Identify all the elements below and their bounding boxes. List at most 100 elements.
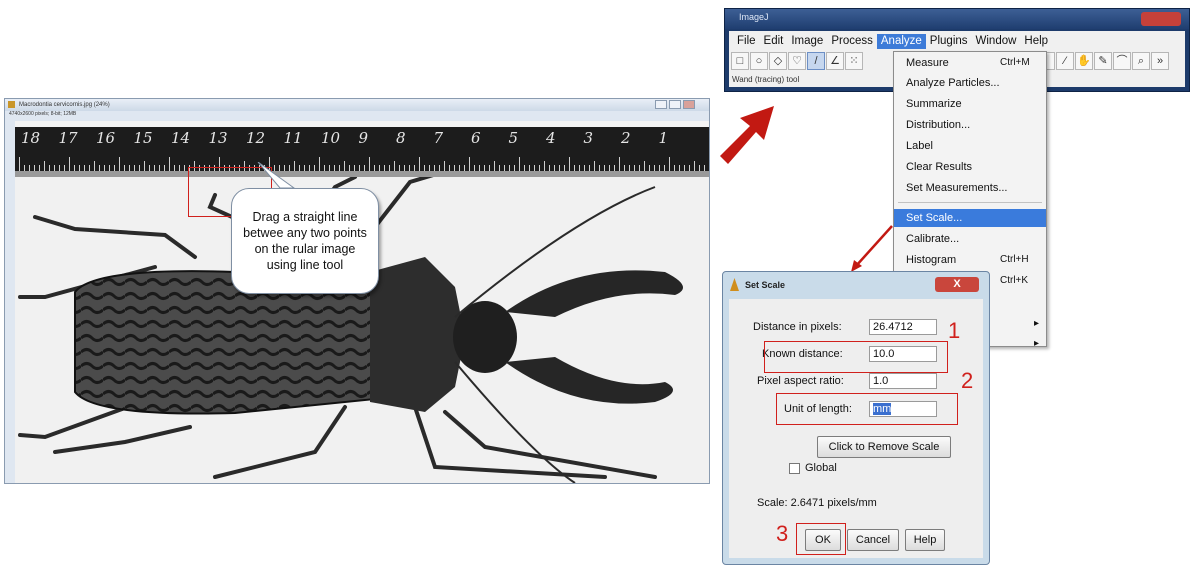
image-window-title: Macrodontia cervicornis.jpg (24%) — [19, 102, 110, 108]
dropper-tool-icon[interactable]: ⁄ — [1056, 52, 1074, 70]
menu-item-measure[interactable]: Measure Ctrl+M — [894, 54, 1046, 72]
ruler-number: 5 — [508, 129, 519, 147]
distance-field[interactable]: 26.4712 — [869, 319, 937, 335]
menu-image[interactable]: Image — [787, 34, 827, 49]
menu-item-summarize[interactable]: Summarize — [894, 95, 1046, 113]
menu-item-shortcut: Ctrl+M — [1000, 57, 1030, 68]
step2-highlight-box — [776, 393, 958, 425]
ruler-number: 7 — [433, 129, 444, 147]
status-bar: Wand (tracing) tool — [732, 75, 800, 84]
menu-item-clear-results[interactable]: Clear Results — [894, 158, 1046, 176]
step-number-1: 1 — [948, 318, 961, 343]
pencil-tool-icon[interactable]: ✎ — [1094, 52, 1112, 70]
point-tool-icon[interactable]: ⁙ — [845, 52, 863, 70]
close-button[interactable] — [683, 100, 695, 109]
ruler-number: 14 — [171, 129, 191, 147]
distance-label: Distance in pixels: — [753, 321, 842, 333]
zoom-tool-icon[interactable]: ⌕ — [1132, 52, 1150, 70]
ruler-number: 9 — [358, 129, 369, 147]
ruler-tick — [169, 157, 170, 171]
ruler-tick — [594, 161, 595, 171]
dialog-titlebar[interactable]: Set Scale X — [723, 272, 989, 298]
ruler-image: 18 17 16 15 14 13 12 11 10 9 8 7 6 5 4 3 2 1 — [15, 127, 709, 171]
menu-item-distribution[interactable]: Distribution... — [894, 116, 1046, 134]
ruler-tick — [369, 157, 370, 171]
ruler-number: 1 — [658, 129, 669, 147]
ruler-number: 3 — [583, 129, 594, 147]
menu-item-label: Distribution... — [906, 119, 971, 131]
dialog-title: Set Scale — [745, 280, 786, 290]
rectangle-tool-icon[interactable]: □ — [731, 52, 749, 70]
callout-pointer — [257, 162, 296, 189]
ruler-tick — [394, 161, 395, 171]
aspect-ratio-field[interactable]: 1.0 — [869, 373, 937, 389]
ruler-tick — [669, 157, 670, 171]
menu-item-analyze-particles[interactable]: Analyze Particles... — [894, 74, 1046, 92]
red-arrow-icon — [720, 106, 774, 164]
image-info: 4740x2600 pixels; 8-bit; 12MB — [9, 111, 77, 117]
imagej-app-icon — [8, 101, 15, 108]
ruler-tick — [144, 161, 145, 171]
menu-item-shortcut: Ctrl+H — [1000, 254, 1029, 265]
step-number-3: 3 — [776, 521, 789, 546]
imagej-titlebar[interactable]: ImageJ — [725, 9, 1189, 29]
submenu-arrow-icon: ▸ — [1034, 318, 1040, 329]
help-button[interactable]: Help — [905, 529, 945, 551]
cancel-button[interactable]: Cancel — [847, 529, 899, 551]
more-tools-icon[interactable]: » — [1151, 52, 1169, 70]
step1-highlight-box — [764, 341, 948, 373]
imagej-close-button[interactable] — [1141, 12, 1181, 26]
menu-process[interactable]: Process — [827, 34, 877, 49]
menu-file[interactable]: File — [733, 34, 760, 49]
step-number-2: 2 — [961, 368, 974, 393]
menu-item-label[interactable]: Label — [894, 137, 1046, 155]
menu-window[interactable]: Window — [972, 34, 1021, 49]
menu-item-label: Measure — [906, 57, 949, 69]
ruler-number: 12 — [246, 129, 266, 147]
ruler-tick — [644, 161, 645, 171]
global-label: Global — [805, 462, 837, 474]
polygon-tool-icon[interactable]: ◇ — [769, 52, 787, 70]
ruler-number: 10 — [321, 129, 341, 147]
menu-item-set-scale[interactable]: Set Scale... — [894, 209, 1046, 227]
step3-highlight-box — [796, 523, 846, 555]
ruler-tick — [19, 157, 20, 171]
maximize-button[interactable] — [669, 100, 681, 109]
global-checkbox[interactable] — [789, 463, 800, 474]
imagej-app-icon — [730, 278, 739, 291]
menu-edit[interactable]: Edit — [760, 34, 788, 49]
remove-scale-button[interactable]: Click to Remove Scale — [817, 436, 951, 458]
freehand-tool-icon[interactable]: ♡ — [788, 52, 806, 70]
ruler-number: 16 — [96, 129, 116, 147]
ruler-number: 4 — [546, 129, 556, 147]
oval-tool-icon[interactable]: ○ — [750, 52, 768, 70]
menu-item-shortcut: Ctrl+K — [1000, 275, 1029, 286]
menu-item-set-measurements[interactable]: Set Measurements... — [894, 179, 1046, 197]
scale-readout: Scale: 2.6471 pixels/mm — [757, 497, 877, 509]
image-canvas[interactable]: 18 17 16 15 14 13 12 11 10 9 8 7 6 5 4 3 2 1 — [15, 121, 709, 483]
hand-tool-icon[interactable]: ✋ — [1075, 52, 1093, 70]
menu-plugins[interactable]: Plugins — [926, 34, 972, 49]
image-window-titlebar[interactable]: Macrodontia cervicornis.jpg (24%) — [5, 99, 709, 111]
angle-tool-icon[interactable]: ∠ — [826, 52, 844, 70]
minimize-button[interactable] — [655, 100, 667, 109]
line-tool-icon[interactable]: / — [807, 52, 825, 70]
menu-analyze[interactable]: Analyze — [876, 34, 926, 49]
ruler-tick — [44, 161, 45, 171]
menu-item-label: Clear Results — [906, 161, 973, 173]
menu-item-label: Calibrate... — [906, 233, 960, 245]
ruler-tick — [544, 161, 545, 171]
aspect-ratio-label: Pixel aspect ratio: — [757, 375, 844, 387]
menu-help[interactable]: Help — [1020, 34, 1052, 49]
ruler-tick — [619, 157, 620, 171]
menu-item-label: Set Scale... — [906, 212, 963, 224]
brush-tool-icon[interactable]: ⌒ — [1113, 52, 1131, 70]
menu-separator — [898, 202, 1042, 203]
instruction-callout: Drag a straight line betwee any two poin… — [231, 188, 379, 294]
ruler-tick — [344, 161, 345, 171]
ruler-number: 15 — [133, 129, 153, 147]
dialog-close-button[interactable]: X — [935, 277, 979, 292]
ruler-number: 2 — [621, 129, 631, 147]
menu-item-calibrate[interactable]: Calibrate... — [894, 230, 1046, 248]
menu-item-histogram[interactable]: Histogram Ctrl+H — [894, 251, 1046, 269]
